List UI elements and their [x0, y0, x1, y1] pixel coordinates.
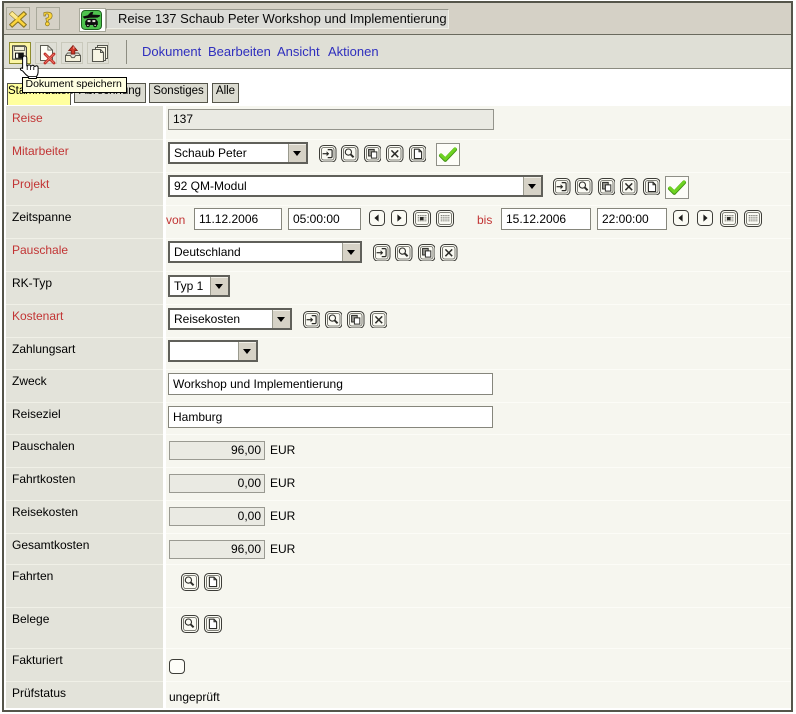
svg-text:?: ?	[43, 9, 53, 30]
